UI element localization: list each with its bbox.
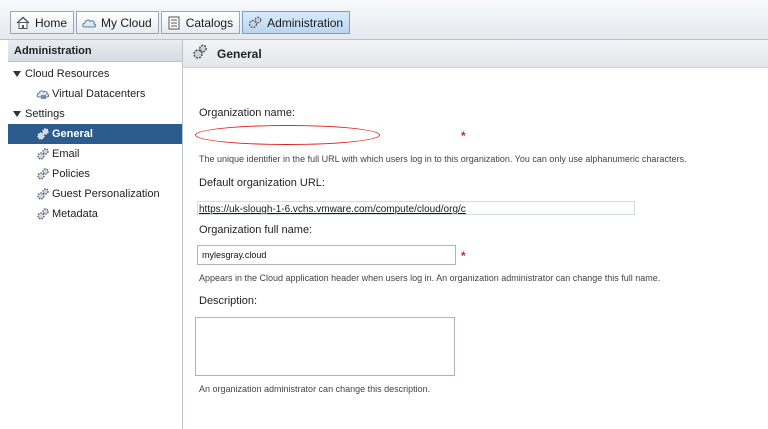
datacenter-icon — [36, 87, 50, 101]
gear-icon — [36, 187, 50, 201]
cloud-icon — [81, 15, 97, 31]
sidebar-item-guest-personalization[interactable]: Guest Personalization — [8, 184, 182, 204]
sidebar-item-label: Metadata — [52, 208, 98, 220]
sidebar-item-label: Email — [52, 148, 80, 160]
gear-icon — [36, 147, 50, 161]
tab-label: Catalogs — [185, 15, 234, 30]
sidebar-item-label: Settings — [25, 108, 65, 120]
gear-icon — [36, 207, 50, 221]
description-hint: An organization administrator can change… — [199, 384, 431, 394]
tab-label: Home — [35, 15, 68, 30]
org-name-label: Organization name: — [199, 107, 295, 119]
sidebar-item-label: Cloud Resources — [25, 68, 110, 80]
tab-label: My Cloud — [101, 15, 152, 30]
tab-catalogs[interactable]: Catalogs — [160, 11, 241, 34]
default-url-link[interactable]: https://uk-slough-1-6.vchs.vmware.com/co… — [199, 204, 466, 214]
full-name-input[interactable] — [197, 245, 456, 265]
page-title: General — [217, 46, 262, 61]
tab-administration[interactable]: Administration — [242, 11, 351, 34]
org-name-hint: The unique identifier in the full URL wi… — [199, 154, 687, 164]
top-navigation-bar: Home My Cloud Catalogs Administration — [0, 0, 768, 40]
required-mark: * — [461, 249, 466, 263]
tab-home[interactable]: Home — [10, 11, 75, 34]
sidebar-item-email[interactable]: Email — [8, 144, 182, 164]
tab-my-cloud[interactable]: My Cloud — [76, 11, 159, 34]
sidebar-item-label: General — [52, 128, 93, 140]
sidebar-item-virtual-datacenters[interactable]: Virtual Datacenters — [8, 84, 182, 104]
highlight-annotation — [195, 125, 380, 145]
sidebar-item-label: Policies — [52, 168, 90, 180]
full-name-hint: Appears in the Cloud application header … — [199, 273, 661, 283]
sidebar-item-settings[interactable]: Settings — [8, 104, 182, 124]
sidebar-item-cloud-resources[interactable]: Cloud Resources — [8, 64, 182, 84]
home-icon — [15, 15, 31, 31]
description-textarea[interactable] — [195, 317, 455, 376]
default-url-field[interactable]: https://uk-slough-1-6.vchs.vmware.com/co… — [197, 201, 635, 215]
expand-arrow-icon[interactable] — [12, 109, 22, 119]
default-url-label: Default organization URL: — [199, 177, 325, 189]
tab-strip: Home My Cloud Catalogs Administration — [10, 11, 352, 34]
sidebar-item-policies[interactable]: Policies — [8, 164, 182, 184]
sidebar-item-metadata[interactable]: Metadata — [8, 204, 182, 224]
admin-icon — [247, 15, 263, 31]
required-mark: * — [461, 129, 466, 143]
gear-icon — [36, 127, 50, 141]
gear-icon — [191, 43, 209, 64]
sidebar-header: Administration — [8, 40, 182, 62]
gear-icon — [36, 167, 50, 181]
sidebar-item-label: Guest Personalization — [52, 188, 160, 200]
catalog-icon — [166, 15, 182, 31]
sidebar-item-general[interactable]: General — [8, 124, 182, 144]
main-panel: General Organization name: * The unique … — [183, 40, 768, 429]
description-label: Description: — [199, 295, 258, 307]
tab-label: Administration — [267, 15, 344, 30]
panel-header: General — [183, 40, 768, 68]
expand-arrow-icon[interactable] — [12, 69, 22, 79]
sidebar-item-label: Virtual Datacenters — [52, 88, 146, 100]
sidebar: Administration Cloud Resources Virtual D… — [8, 40, 183, 429]
full-name-label: Organization full name: — [199, 224, 313, 236]
